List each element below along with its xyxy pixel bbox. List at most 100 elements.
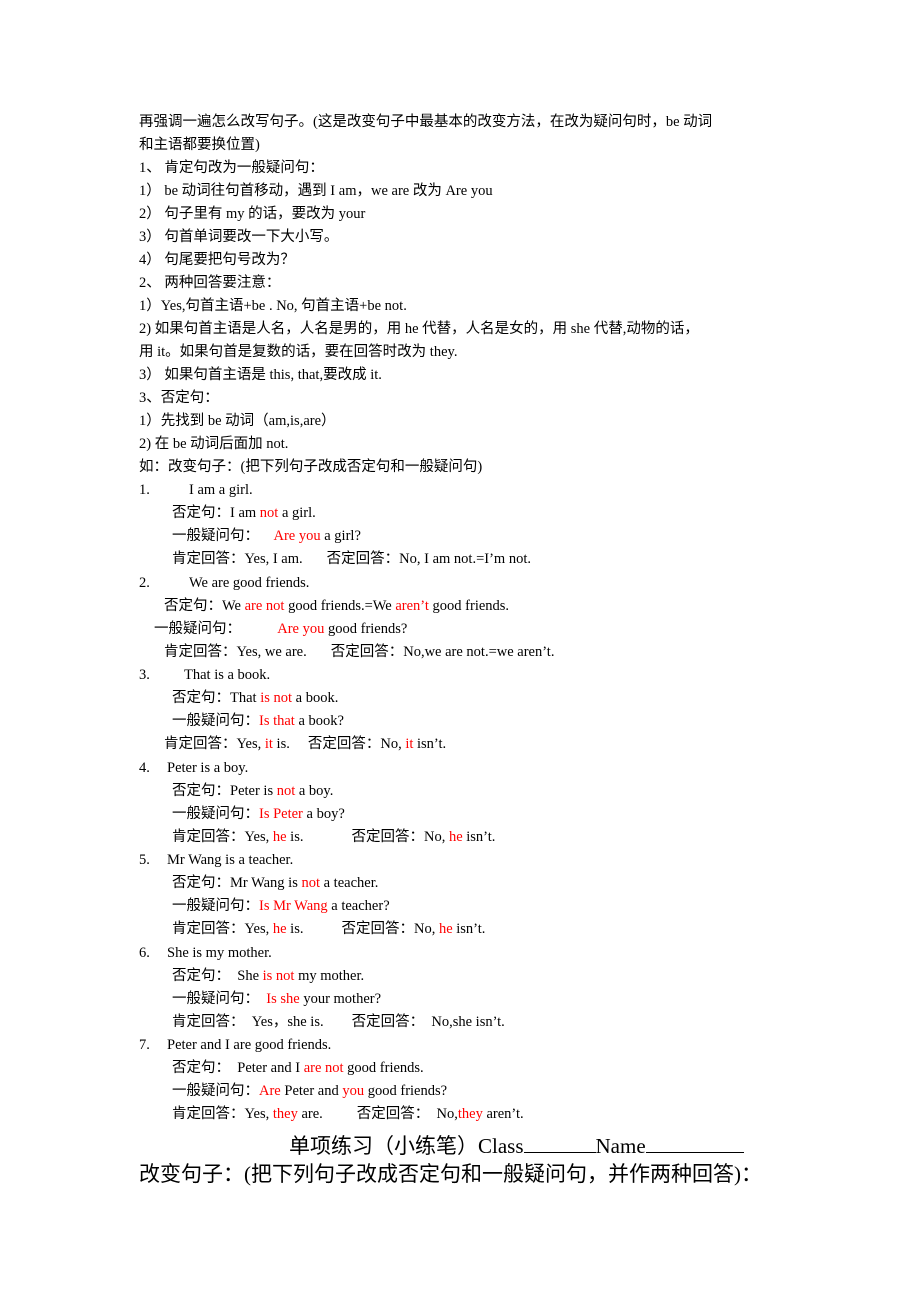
highlighted-text: Are you xyxy=(273,528,321,544)
highlighted-text: is not xyxy=(260,690,293,706)
answer-text: No, xyxy=(380,736,406,752)
example-sentence-text: Peter and I are good friends. xyxy=(167,1037,332,1053)
highlighted-text: you xyxy=(342,1083,365,1099)
highlighted-text: are not xyxy=(244,598,285,614)
no-answer-label: 否定回答： xyxy=(330,644,404,660)
example-sentence: 2. We are good friends. xyxy=(139,574,309,592)
yes-answer-label: 肯定回答： xyxy=(172,1106,245,1122)
answer-text: is. xyxy=(286,829,304,845)
answer-text: a boy. xyxy=(295,783,334,799)
rule-1-item: 3） 句首单词要改一下大小写。 xyxy=(139,229,339,245)
answer-text: No,we are not.=we aren’t. xyxy=(403,644,555,660)
example-sentence: 6. She is my mother. xyxy=(139,944,272,962)
example-sentence-text: We are good friends. xyxy=(189,575,310,591)
answer-text: your mother? xyxy=(299,991,382,1007)
highlighted-text: Is Mr Wang xyxy=(259,898,328,914)
exercise-header: 单项练习（小练笔）Class Name xyxy=(289,1133,744,1159)
rule-3-item: 1）先找到 be 动词（am,is,are） xyxy=(139,413,336,429)
no-answer-label: 否定回答： xyxy=(351,1014,425,1030)
question-label: 一般疑问句： xyxy=(172,991,259,1007)
answer-text: my mother. xyxy=(294,968,365,984)
negative-label: 否定句： xyxy=(164,598,222,614)
answer-text: I am xyxy=(230,505,260,521)
answer-text: No, xyxy=(423,829,449,845)
example-number: 7. xyxy=(139,1037,150,1053)
answer-text: good friends.=We xyxy=(284,598,396,614)
name-blank-field[interactable] xyxy=(645,1134,744,1153)
negative-label: 否定句： xyxy=(172,505,230,521)
rule-3-item: 2) 在 be 动词后面加 not. xyxy=(139,436,289,452)
highlighted-text: Are xyxy=(259,1083,281,1099)
question-sentence-line: 一般疑问句：Is that a book? xyxy=(172,712,344,730)
highlighted-text: not xyxy=(276,783,296,799)
highlighted-text: not xyxy=(301,875,320,891)
answer-text: We xyxy=(222,598,245,614)
answer-text: Yes, xyxy=(236,736,265,752)
example-number: 6. xyxy=(139,945,150,961)
rule-1-item: 1） be 动词往句首移动，遇到 I am，we are 改为 Are you xyxy=(139,183,493,199)
question-label: 一般疑问句： xyxy=(172,898,259,914)
rule-2-item: 2) 如果句首主语是人名，人名是男的，用 he 代替，人名是女的，用 she 代… xyxy=(139,321,699,337)
rule-2-item: 1）Yes,句首主语+be . No, 句首主语+be not. xyxy=(139,298,407,314)
class-blank-field[interactable] xyxy=(523,1134,596,1153)
answer-text: Yes, we are. xyxy=(236,644,307,660)
example-sentence: 1. I am a girl. xyxy=(139,481,253,499)
negative-sentence-line: 否定句：Mr Wang is not a teacher. xyxy=(172,874,378,892)
intro-line-1: 再强调一遍怎么改写句子。(这是改变句子中最基本的改变方法，在改为疑问句时，be … xyxy=(139,114,713,130)
answers-line: 肯定回答：Yes, I am. 否定回答：No, I am not.=I’m no… xyxy=(172,550,531,568)
answer-text: Yes, xyxy=(244,1106,273,1122)
answer-text: a book. xyxy=(292,690,339,706)
answer-text: good friends? xyxy=(364,1083,448,1099)
example-sentence-text: That is a book. xyxy=(184,667,271,683)
answer-text: isn’t. xyxy=(413,736,447,752)
yes-answer-label: 肯定回答： xyxy=(172,1014,245,1030)
rule-2-heading: 2、 两种回答要注意： xyxy=(139,275,281,291)
question-sentence-line: 一般疑问句： Are you a girl? xyxy=(172,527,361,545)
answer-text: are. xyxy=(297,1106,323,1122)
no-answer-label: 否定回答： xyxy=(351,829,424,845)
example-heading: 如：改变句子：(把下列句子改成否定句和一般疑问句) xyxy=(139,459,483,475)
answer-text: Yes，she is. xyxy=(244,1014,324,1030)
negative-label: 否定句： xyxy=(172,783,230,799)
rule-2-item: 用 it。如果句首是复数的话，要在回答时改为 they. xyxy=(139,344,458,360)
highlighted-text: they xyxy=(272,1106,298,1122)
question-label: 一般疑问句： xyxy=(172,713,259,729)
name-label: Name xyxy=(595,1134,646,1158)
answer-text: a teacher? xyxy=(327,898,390,914)
intro-line-2: 和主语都要换位置) xyxy=(139,137,260,153)
highlighted-text: are not xyxy=(303,1060,344,1076)
answer-text: good friends. xyxy=(428,598,510,614)
highlighted-text: Is she xyxy=(266,991,300,1007)
question-label: 一般疑问句： xyxy=(172,528,259,544)
highlighted-text: not xyxy=(259,505,279,521)
example-number: 3. xyxy=(139,667,150,683)
example-sentence: 5. Mr Wang is a teacher. xyxy=(139,851,293,869)
question-sentence-line: 一般疑问句：Is Mr Wang a teacher? xyxy=(172,897,390,915)
answers-line: 肯定回答：Yes, he is. 否定回答：No, he isn’t. xyxy=(172,920,485,938)
negative-sentence-line: 否定句： Peter and I are not good friends. xyxy=(172,1059,424,1077)
highlighted-text: he xyxy=(272,921,287,937)
rule-1-item: 4） 句尾要把句号改为？ xyxy=(139,252,295,268)
negative-sentence-line: 否定句：I am not a girl. xyxy=(172,504,316,522)
answer-text: good friends? xyxy=(324,621,408,637)
question-label: 一般疑问句： xyxy=(154,621,241,637)
question-sentence-line: 一般疑问句：Are Peter and you good friends? xyxy=(172,1082,447,1100)
highlighted-text: they xyxy=(457,1106,483,1122)
negative-sentence-line: 否定句：That is not a book. xyxy=(172,689,338,707)
highlighted-text: Is Peter xyxy=(259,806,303,822)
highlighted-text: is not xyxy=(262,968,295,984)
question-sentence-line: 一般疑问句： Is she your mother? xyxy=(172,990,381,1008)
answer-text: is. xyxy=(272,736,290,752)
answers-line: 肯定回答：Yes, they are. 否定回答： No,they aren’t. xyxy=(172,1105,524,1123)
negative-label: 否定句： xyxy=(172,1060,230,1076)
answer-text: good friends. xyxy=(343,1060,424,1076)
no-answer-label: 否定回答： xyxy=(356,1106,430,1122)
answer-text: a teacher. xyxy=(320,875,379,891)
answer-text: She xyxy=(230,968,263,984)
answer-text: No,she isn’t. xyxy=(424,1014,505,1030)
example-sentence-text: I am a girl. xyxy=(189,482,253,498)
no-answer-label: 否定回答： xyxy=(307,736,381,752)
negative-sentence-line: 否定句：Peter is not a boy. xyxy=(172,782,333,800)
no-answer-label: 否定回答： xyxy=(341,921,414,937)
